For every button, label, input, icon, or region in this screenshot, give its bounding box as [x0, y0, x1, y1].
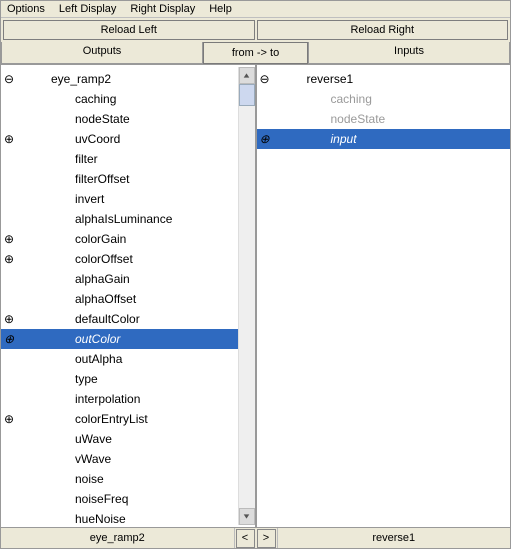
- attr-row[interactable]: invert: [1, 189, 238, 209]
- attr-label: colorOffset: [17, 249, 133, 269]
- attr-label: nodeState: [17, 109, 130, 129]
- attr-label: colorGain: [17, 229, 126, 249]
- attr-row[interactable]: uWave: [1, 429, 238, 449]
- attr-label: nodeState: [273, 109, 386, 129]
- collapse-icon[interactable]: ⊖: [257, 69, 273, 89]
- attr-label: input: [273, 129, 357, 149]
- attr-label: hueNoise: [17, 509, 126, 527]
- menu-options[interactable]: Options: [7, 3, 45, 15]
- scroll-up-arrow-icon[interactable]: [239, 67, 255, 84]
- attr-label: alphaIsLuminance: [17, 209, 172, 229]
- attr-label: alphaOffset: [17, 289, 136, 309]
- menu-bar: Options Left Display Right Display Help: [1, 1, 510, 18]
- inputs-header: Inputs: [308, 42, 510, 64]
- tree-node[interactable]: ⊖reverse1: [257, 69, 511, 89]
- scroll-track[interactable]: [239, 84, 255, 508]
- reload-right-button[interactable]: Reload Right: [257, 20, 509, 40]
- menu-right-display[interactable]: Right Display: [130, 3, 195, 15]
- attr-label: uvCoord: [17, 129, 120, 149]
- right-panel: ⊖reverse1cachingnodeState⊕input: [256, 65, 511, 527]
- attr-row[interactable]: filterOffset: [1, 169, 238, 189]
- collapse-icon[interactable]: ⊖: [1, 69, 17, 89]
- left-panel: ⊖eye_ramp2cachingnodeState⊕uvCoordfilter…: [1, 65, 256, 527]
- attr-label: caching: [273, 89, 372, 109]
- attr-label: type: [17, 369, 98, 389]
- attr-row[interactable]: ⊕colorEntryList: [1, 409, 238, 429]
- outputs-header: Outputs: [1, 42, 203, 64]
- attr-label: noise: [17, 469, 104, 489]
- attr-row[interactable]: ⊕colorOffset: [1, 249, 238, 269]
- attr-row[interactable]: ⊕defaultColor: [1, 309, 238, 329]
- menu-help[interactable]: Help: [209, 3, 232, 15]
- attr-row[interactable]: ⊕uvCoord: [1, 129, 238, 149]
- attr-row[interactable]: interpolation: [1, 389, 238, 409]
- node-label: eye_ramp2: [17, 69, 111, 89]
- attr-label: interpolation: [17, 389, 140, 409]
- status-right: reverse1: [277, 528, 511, 548]
- attr-row[interactable]: hueNoise: [1, 509, 238, 527]
- attr-label: alphaGain: [17, 269, 130, 289]
- attr-label: invert: [17, 189, 104, 209]
- expand-icon[interactable]: ⊕: [1, 229, 17, 249]
- attr-row[interactable]: noise: [1, 469, 238, 489]
- footer-mid: < >: [235, 528, 277, 548]
- tree-node[interactable]: ⊖eye_ramp2: [1, 69, 238, 89]
- header-row: Outputs from -> to Inputs: [1, 42, 510, 64]
- attr-row[interactable]: type: [1, 369, 238, 389]
- direction-button[interactable]: from -> to: [203, 42, 308, 64]
- attr-row[interactable]: vWave: [1, 449, 238, 469]
- attr-row[interactable]: alphaIsLuminance: [1, 209, 238, 229]
- expand-icon[interactable]: ⊕: [1, 249, 17, 269]
- attr-row[interactable]: outAlpha: [1, 349, 238, 369]
- expand-icon[interactable]: ⊕: [1, 309, 17, 329]
- attr-row[interactable]: ⊕outColor: [1, 329, 238, 349]
- attr-label: filter: [17, 149, 98, 169]
- footer: eye_ramp2 < > reverse1: [1, 527, 510, 548]
- expand-icon[interactable]: ⊕: [1, 329, 17, 349]
- connect-right-button[interactable]: >: [257, 529, 276, 548]
- attr-label: defaultColor: [17, 309, 140, 329]
- attr-label: uWave: [17, 429, 112, 449]
- body: ⊖eye_ramp2cachingnodeState⊕uvCoordfilter…: [1, 64, 510, 527]
- attr-label: vWave: [17, 449, 111, 469]
- attr-label: colorEntryList: [17, 409, 148, 429]
- right-tree[interactable]: ⊖reverse1cachingnodeState⊕input: [257, 65, 511, 149]
- attr-row[interactable]: nodeState: [1, 109, 238, 129]
- attr-row[interactable]: noiseFreq: [1, 489, 238, 509]
- left-tree[interactable]: ⊖eye_ramp2cachingnodeState⊕uvCoordfilter…: [1, 65, 238, 527]
- break-left-button[interactable]: <: [236, 529, 255, 548]
- attr-row[interactable]: caching: [1, 89, 238, 109]
- attr-label: noiseFreq: [17, 489, 128, 509]
- expand-icon[interactable]: ⊕: [1, 129, 17, 149]
- status-left: eye_ramp2: [1, 528, 235, 548]
- attr-row[interactable]: alphaGain: [1, 269, 238, 289]
- menu-left-display[interactable]: Left Display: [59, 3, 116, 15]
- attr-row[interactable]: caching: [257, 89, 511, 109]
- node-label: reverse1: [273, 69, 354, 89]
- attr-row[interactable]: nodeState: [257, 109, 511, 129]
- attr-row[interactable]: ⊕colorGain: [1, 229, 238, 249]
- left-scrollbar[interactable]: [238, 67, 255, 525]
- attr-label: caching: [17, 89, 116, 109]
- expand-icon[interactable]: ⊕: [1, 409, 17, 429]
- reload-row: Reload Left Reload Right: [1, 18, 510, 42]
- scroll-down-arrow-icon[interactable]: [239, 508, 255, 525]
- attr-row[interactable]: alphaOffset: [1, 289, 238, 309]
- attr-label: filterOffset: [17, 169, 129, 189]
- reload-left-button[interactable]: Reload Left: [3, 20, 255, 40]
- scroll-thumb[interactable]: [239, 84, 255, 106]
- attr-row[interactable]: ⊕input: [257, 129, 511, 149]
- expand-icon[interactable]: ⊕: [257, 129, 273, 149]
- attr-row[interactable]: filter: [1, 149, 238, 169]
- attr-label: outColor: [17, 329, 120, 349]
- attr-label: outAlpha: [17, 349, 122, 369]
